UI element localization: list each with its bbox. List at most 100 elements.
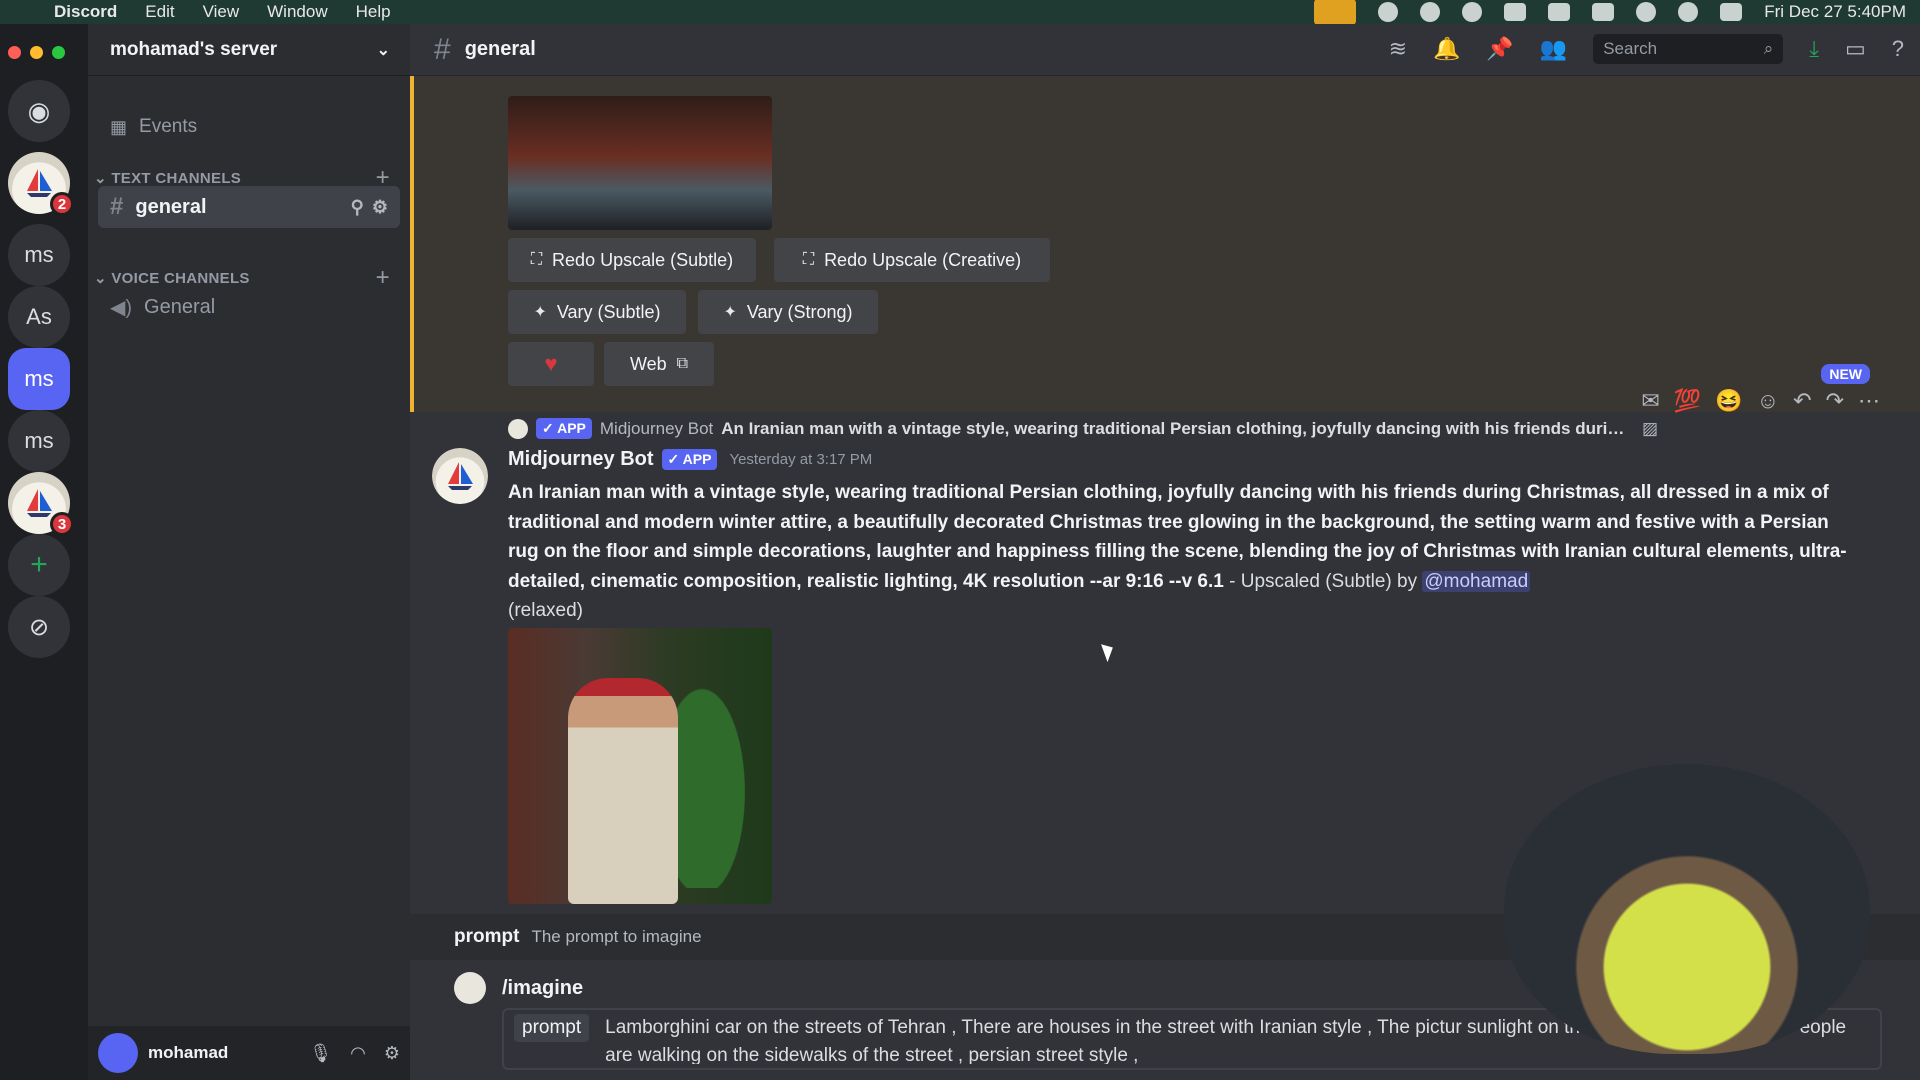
microphone-icon[interactable]: 🎙 (309, 1043, 332, 1064)
message-timestamp: Yesterday at 3:17 PM (729, 451, 873, 468)
user-mention[interactable]: @mohamad (1422, 570, 1531, 592)
menu-window[interactable]: Window (267, 2, 327, 22)
image-icon: ▨ (1641, 418, 1658, 438)
app-badge: ✓ APP (661, 449, 718, 470)
macos-menubar: Discord Edit View Window Help Fri Dec 27… (0, 0, 1920, 25)
search-placeholder: Search (1603, 39, 1658, 58)
help-icon[interactable]: ? (1892, 36, 1904, 62)
command-option-chip[interactable]: prompt (514, 1014, 590, 1042)
inbox-icon[interactable]: ▭ (1845, 36, 1866, 62)
button-label: Vary (Subtle) (556, 301, 661, 322)
discord-logo-icon: ◉ (27, 95, 51, 126)
menu-edit[interactable]: Edit (145, 2, 174, 22)
record-icon[interactable] (1378, 2, 1399, 22)
search-input[interactable]: Search ⌕ (1593, 34, 1784, 64)
server-icon-ms-1[interactable]: ms (8, 224, 70, 286)
minimize-window-button[interactable] (30, 46, 43, 59)
menubar-clock[interactable]: Fri Dec 27 5:40PM (1764, 2, 1906, 22)
gear-icon[interactable]: ⚙ (384, 1043, 400, 1064)
vary-subtle-button[interactable]: ✦ Vary (Subtle) (508, 290, 686, 334)
command-name: /imagine (502, 976, 584, 999)
channel-item-general[interactable]: # general ⚲ ⚙ (98, 186, 400, 228)
reply-reference[interactable]: ✓ APP Midjourney Bot An Iranian man with… (508, 418, 1658, 439)
message-hover-toolbar: ✉ 💯 😆 ☺ ↶ ↷ ⋯ (1641, 388, 1880, 414)
pin-icon[interactable]: 📌 (1486, 36, 1513, 62)
server-icon-as[interactable]: As (8, 286, 70, 348)
reply-author: Midjourney Bot (599, 418, 714, 438)
creative-cloud-icon[interactable] (1420, 2, 1441, 22)
reply-icon[interactable]: ↶ (1793, 388, 1811, 414)
add-reaction-icon[interactable]: ☺ (1757, 388, 1779, 414)
unread-badge: 2 (50, 192, 74, 216)
chevron-down-icon: ⌄ (94, 170, 112, 187)
message-content: An Iranian man with a vintage style, wea… (508, 478, 1860, 626)
menu-app-name[interactable]: Discord (54, 2, 117, 22)
calendar-icon: ▦ (110, 116, 128, 137)
external-link-icon: ⧉ (676, 355, 689, 372)
explore-servers-button[interactable]: ⊘ (8, 596, 70, 658)
favorite-button[interactable]: ♥ (508, 342, 594, 386)
direct-messages-button[interactable]: ◉ (8, 80, 70, 142)
create-invite-icon[interactable]: ⚲ (351, 197, 364, 218)
events-label: Events (139, 116, 198, 137)
input-source-icon[interactable] (1548, 3, 1571, 21)
server-name: mohamad's server (110, 38, 278, 60)
avatar (454, 972, 486, 1004)
battery-icon[interactable] (1592, 3, 1615, 21)
text-channels-label: TEXT CHANNELS (111, 170, 242, 187)
gear-icon[interactable]: ⚙ (372, 197, 388, 218)
username[interactable]: mohamad (148, 1043, 228, 1063)
close-window-button[interactable] (8, 46, 21, 59)
headphones-icon[interactable] (1462, 2, 1483, 22)
server-icon-ms-3[interactable]: ms (8, 410, 70, 472)
message-author[interactable]: Midjourney Bot (508, 448, 654, 471)
generated-image[interactable] (508, 628, 772, 904)
spotlight-search-icon[interactable] (1678, 2, 1699, 22)
server-header[interactable]: mohamad's server ⌄ (88, 24, 410, 76)
slash-command-header: /imagine (454, 972, 583, 1004)
mention-highlight-bar (410, 76, 414, 412)
voice-channel-general[interactable]: ◀) General (98, 286, 400, 328)
menubar-tray: Fri Dec 27 5:40PM (1314, 0, 1906, 25)
webcam-overlay (1504, 764, 1870, 1054)
notes-icon[interactable] (1504, 3, 1527, 21)
channel-sidebar: mohamad's server ⌄ ▦ Events ⌄ TEXT CHANN… (88, 24, 410, 1080)
server-icon-midjourney-1[interactable]: 2 (8, 152, 74, 216)
button-label: Vary (Strong) (746, 301, 853, 322)
member-list-icon[interactable]: 👥 (1540, 36, 1567, 62)
zoom-window-button[interactable] (52, 46, 65, 59)
vary-strong-button[interactable]: ✦ Vary (Strong) (698, 290, 878, 334)
microphone-icon[interactable] (1314, 0, 1357, 25)
download-icon[interactable]: ⤓ (1809, 36, 1819, 62)
redo-upscale-subtle-button[interactable]: ⛶ Redo Upscale (Subtle) (508, 238, 756, 282)
laughing-emoji-icon[interactable]: 😆 (1715, 388, 1742, 414)
menu-view[interactable]: View (203, 2, 240, 22)
events-item[interactable]: ▦ Events (110, 116, 197, 138)
forward-icon[interactable]: ↷ (1826, 388, 1844, 414)
channel-label: general (135, 195, 207, 218)
link-icon[interactable] (1636, 2, 1657, 22)
dancing-man-shape (568, 678, 678, 904)
more-options-icon[interactable]: ⋯ (1858, 388, 1880, 414)
server-icon-ms-selected[interactable]: ms (8, 348, 70, 410)
expand-icon: ⛶ (802, 251, 815, 268)
web-link-button[interactable]: Web ⧉ (604, 342, 714, 386)
threads-icon[interactable]: ≋ (1389, 36, 1407, 62)
previous-generated-image[interactable] (508, 96, 772, 230)
compass-icon: ⊘ (28, 613, 50, 641)
hundred-emoji-icon[interactable]: 💯 (1674, 388, 1701, 414)
headphones-icon[interactable]: ◠ (350, 1043, 366, 1064)
envelope-icon[interactable]: ✉ (1641, 388, 1659, 414)
voice-channels-label: VOICE CHANNELS (111, 270, 250, 287)
redo-upscale-creative-button[interactable]: ⛶ Redo Upscale (Creative) (774, 238, 1050, 282)
avatar[interactable] (98, 1033, 138, 1073)
server-icon-midjourney-2[interactable]: 3 (8, 472, 74, 536)
voice-channel-label: General (144, 295, 216, 318)
menu-help[interactable]: Help (356, 2, 391, 22)
chevron-down-icon: ⌄ (376, 41, 390, 59)
avatar[interactable] (432, 448, 488, 504)
add-server-button[interactable]: + (8, 534, 70, 596)
control-center-icon[interactable] (1720, 3, 1743, 21)
bell-icon[interactable]: 🔔 (1433, 36, 1460, 62)
avatar (508, 418, 528, 439)
